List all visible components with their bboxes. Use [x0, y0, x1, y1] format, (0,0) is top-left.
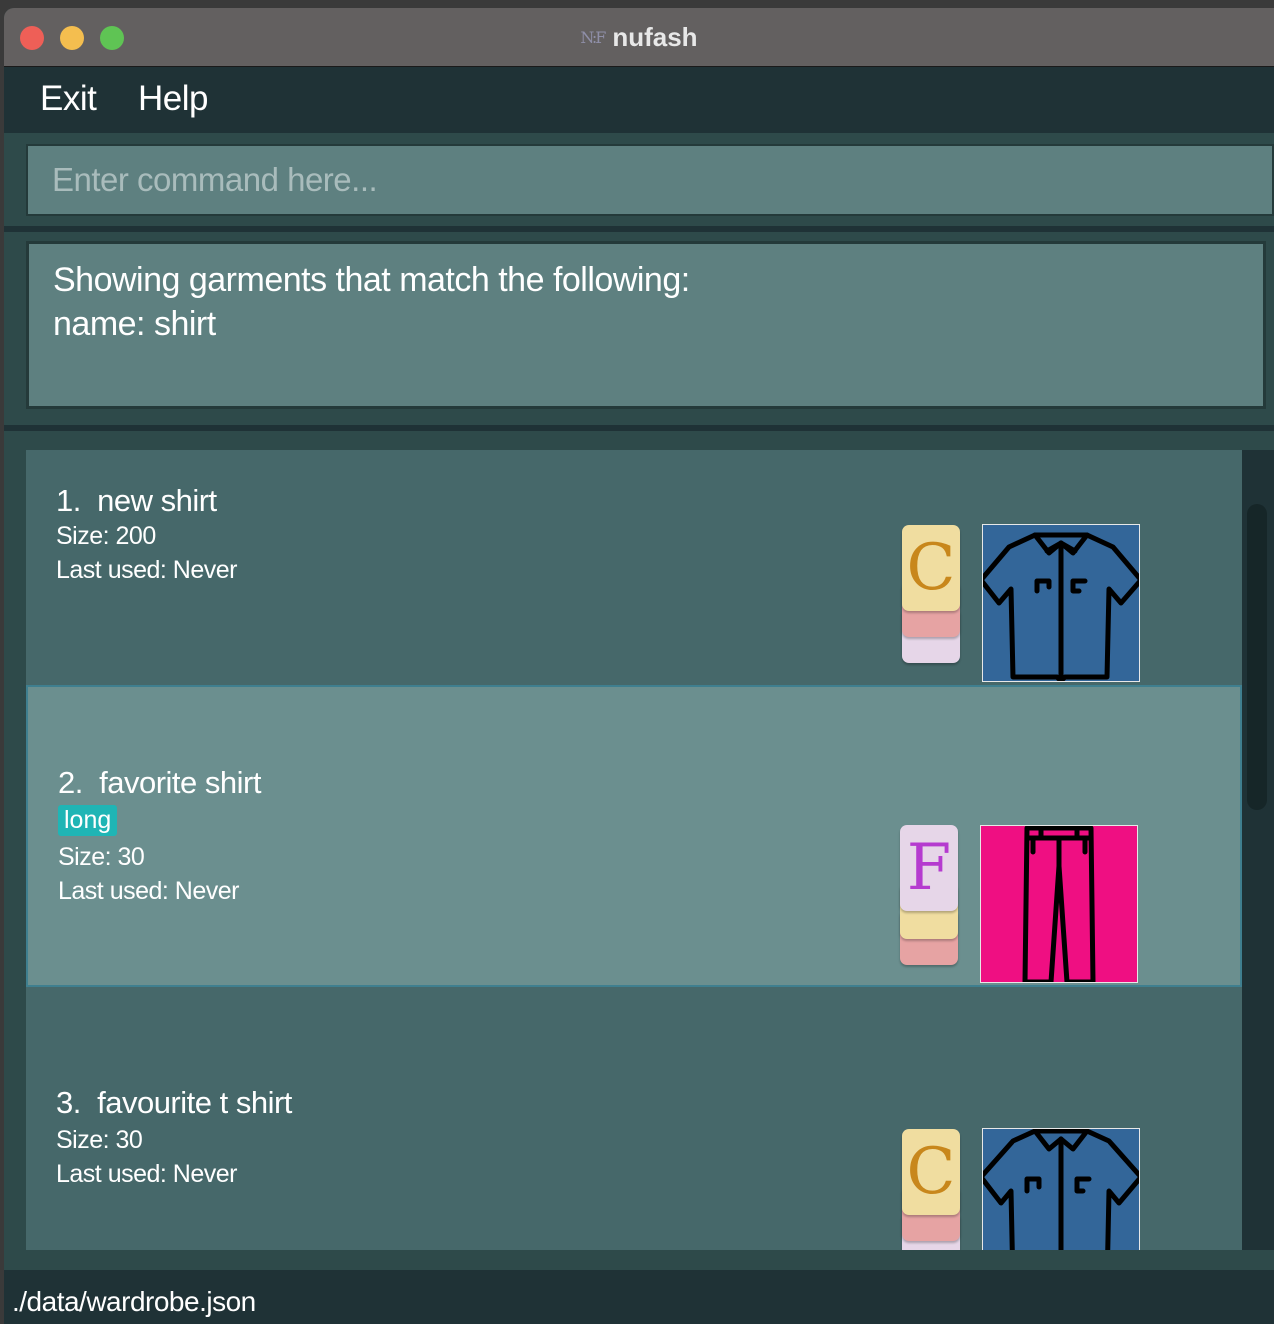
garment-image — [980, 825, 1138, 985]
app-window: N:F nufash Exit Help Showing garments th… — [4, 8, 1274, 1324]
dress-code-letter: C — [906, 531, 956, 605]
garment-size: Size: 30 — [58, 843, 145, 871]
garment-last-used: Last used: Never — [56, 556, 238, 584]
garment-last-used: Last used: Never — [56, 1160, 238, 1188]
pants-icon — [1022, 825, 1096, 985]
garment-size: Size: 30 — [56, 1126, 143, 1154]
command-box — [26, 144, 1274, 216]
garment-list: 1. new shirt Size: 200 Last used: Never … — [26, 450, 1242, 1250]
menu-help[interactable]: Help — [138, 79, 208, 119]
garment-last-used: Last used: Never — [58, 877, 240, 905]
dress-code-letter: F — [906, 831, 952, 905]
garment-name: favorite shirt — [99, 765, 261, 800]
status-bar: ./data/wardrobe.json — [4, 1270, 1274, 1324]
tag-badge: long — [58, 805, 118, 836]
dress-code-letter: C — [906, 1135, 956, 1209]
garment-title: 3. favourite t shirt — [56, 1085, 292, 1121]
shirt-icon — [978, 1128, 1144, 1250]
divider — [4, 226, 1274, 232]
menu-bar: Exit Help — [4, 67, 1274, 133]
data-file-path: ./data/wardrobe.json — [12, 1286, 256, 1317]
garment-index: 3. — [56, 1085, 81, 1120]
garment-name: favourite t shirt — [97, 1085, 292, 1120]
garment-index: 1. — [56, 483, 81, 518]
garment-name: new shirt — [97, 483, 217, 518]
window-title: nufash — [612, 21, 698, 52]
command-area — [4, 134, 1274, 226]
garment-card[interactable]: 1. new shirt Size: 200 Last used: Never … — [26, 450, 1242, 685]
dress-code-badge-stack: F — [900, 825, 958, 967]
garment-title: 1. new shirt — [56, 483, 217, 519]
garment-title: 2. favorite shirt — [58, 765, 261, 801]
dress-code-badge: F — [900, 825, 958, 911]
app-logo-icon: N:F — [580, 27, 606, 47]
result-line: Showing garments that match the followin… — [53, 261, 690, 299]
dress-code-badge: C — [902, 1129, 960, 1215]
list-scrollbar-thumb[interactable] — [1247, 504, 1267, 810]
garment-card[interactable]: 3. favourite t shirt Size: 30 Last used:… — [26, 987, 1242, 1250]
command-input[interactable] — [28, 146, 1272, 214]
divider — [4, 425, 1274, 431]
title-wrap: N:F nufash — [4, 8, 1274, 66]
garment-card-selected[interactable]: 2. favorite shirt long Size: 30 Last use… — [26, 685, 1242, 987]
menu-exit[interactable]: Exit — [40, 79, 97, 119]
shirt-icon — [978, 532, 1144, 684]
result-display: Showing garments that match the followin… — [26, 241, 1266, 409]
dress-code-badge-stack: C — [902, 525, 960, 665]
garment-image — [978, 1128, 1144, 1250]
title-bar: N:F nufash — [4, 8, 1274, 67]
garment-size: Size: 200 — [56, 522, 156, 550]
dress-code-badge: C — [902, 525, 960, 611]
garment-image — [978, 524, 1144, 684]
garment-index: 2. — [58, 765, 83, 800]
result-line: name: shirt — [53, 305, 216, 343]
dress-code-badge-stack: C — [902, 1129, 960, 1250]
